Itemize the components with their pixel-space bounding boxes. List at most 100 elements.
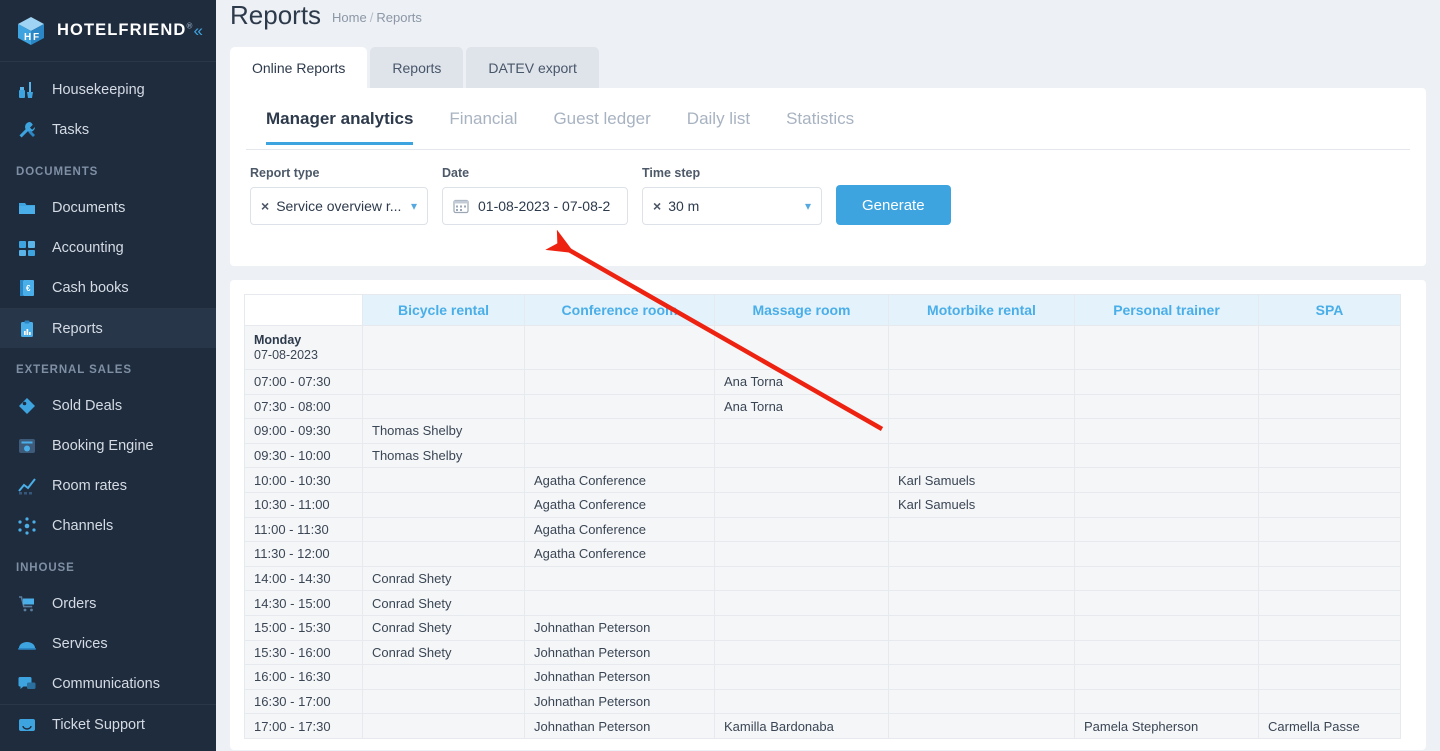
tab-datev-export[interactable]: DATEV export [466,47,599,88]
subtab-guest-ledger[interactable]: Guest ledger [553,109,650,145]
sidebar-item-housekeeping[interactable]: Housekeeping [0,70,216,110]
report-type-value: Service overview r... [276,198,402,214]
subtab-financial[interactable]: Financial [449,109,517,145]
brand-header[interactable]: H F HOTELFRIEND® « [0,0,216,62]
sidebar-item-booking-engine[interactable]: Booking Engine [0,426,216,466]
column-header-personal-trainer[interactable]: Personal trainer [1074,294,1259,326]
sidebar-item-services[interactable]: Services [0,624,216,664]
empty-cell [1258,369,1401,395]
booking-cell[interactable]: Agatha Conference [524,516,715,543]
sidebar-section-inhouse: INHOUSE [16,562,75,574]
filters-card: Manager analytics Financial Guest ledger… [230,88,1426,266]
booking-cell[interactable]: Johnathan Peterson [524,664,715,690]
report-type-select[interactable]: × Service overview r... ▾ [250,187,428,225]
booking-cell[interactable]: Johnathan Peterson [524,639,715,666]
booking-cell[interactable]: Conrad Shety [362,614,525,641]
empty-cell [1258,418,1401,444]
booking-cell[interactable]: Ana Torna [714,369,889,395]
calculator-icon [16,237,38,259]
booking-cell[interactable]: Thomas Shelby [362,418,525,444]
empty-cell [1258,565,1401,592]
sidebar-item-label: Booking Engine [52,438,154,454]
booking-cell[interactable]: Conrad Shety [362,639,525,666]
booking-cell[interactable]: Karl Samuels [888,467,1075,493]
sidebar-item-channels[interactable]: Channels [0,506,216,546]
empty-cell [1074,442,1259,469]
empty-cell [1258,639,1401,666]
sidebar-item-ticket-support[interactable]: Ticket Support [0,704,216,744]
booking-cell[interactable]: Agatha Conference [524,467,715,493]
empty-cell [362,713,525,739]
booking-cell[interactable]: Carmella Passe [1258,713,1401,739]
booking-cell[interactable]: Pamela Stepherson [1074,713,1259,739]
empty-cell [1074,614,1259,641]
column-header-massage-room[interactable]: Massage room [714,294,889,326]
empty-cell [1258,688,1401,715]
column-header-spa[interactable]: SPA [1258,294,1401,326]
day-row-cell [362,325,525,370]
empty-cell [714,639,889,666]
time-step-select[interactable]: × 30 m ▾ [642,187,822,225]
booking-cell[interactable]: Ana Torna [714,393,889,420]
generate-button[interactable]: Generate [836,185,951,225]
booking-cell[interactable]: Conrad Shety [362,565,525,592]
empty-cell [362,664,525,690]
chevron-double-left-icon[interactable]: « [193,22,204,39]
empty-cell [524,369,715,395]
empty-cell [1074,639,1259,666]
column-header-motorbike-rental[interactable]: Motorbike rental [888,294,1075,326]
tab-reports[interactable]: Reports [370,47,464,88]
chevron-down-icon[interactable]: ▾ [411,199,417,213]
table-row: 17:00 - 17:30 Johnathan Peterson Kamilla B… [244,713,1401,739]
brand-name: HOTELFRIEND® [57,21,194,39]
clear-icon[interactable]: × [653,198,661,214]
wrench-icon [16,119,38,141]
clear-icon[interactable]: × [261,198,269,214]
booking-cell[interactable]: Karl Samuels [888,491,1075,518]
empty-cell [714,418,889,444]
time-step-label: Time step [642,166,701,180]
day-name: Monday [254,332,302,347]
empty-cell [1074,590,1259,616]
main-content: Reports Home / Reports Online Reports Repo… [216,0,1440,751]
sidebar-item-communications[interactable]: Communications [0,664,216,704]
sidebar-item-room-rates[interactable]: Room rates [0,466,216,506]
svg-text:€: € [26,284,31,293]
empty-cell [1258,664,1401,690]
sidebar-item-accounting[interactable]: Accounting [0,228,216,268]
booking-cell[interactable]: Johnathan Peterson [524,713,715,739]
booking-cell[interactable]: Thomas Shelby [362,442,525,469]
table-row: 10:30 - 11:00 Agatha Conference Karl Samue… [244,491,1401,518]
booking-cell[interactable]: Kamilla Bardonaba [714,713,889,739]
chat-bubbles-icon [16,673,38,695]
booking-cell[interactable]: Conrad Shety [362,590,525,616]
sidebar-item-reports[interactable]: Reports [0,308,216,348]
table-row: 10:00 - 10:30 Agatha Conference Karl Samue… [244,467,1401,493]
booking-cell[interactable]: Johnathan Peterson [524,614,715,641]
date-range-input[interactable]: 01-08-2023 - 07-08-2 [442,187,628,225]
hotelfriend-cube-logo: H F [14,14,48,48]
chevron-down-icon[interactable]: ▾ [805,199,811,213]
sidebar-item-cash-books[interactable]: € Cash books [0,268,216,308]
booking-cell[interactable]: Agatha Conference [524,541,715,567]
sidebar-item-label: Tasks [52,122,90,138]
empty-cell [524,442,715,469]
table-row: 07:30 - 08:00 Ana Torna [244,393,1401,420]
calendar-icon [453,198,469,214]
column-header-bicycle-rental[interactable]: Bicycle rental [362,294,525,326]
subtab-manager-analytics[interactable]: Manager analytics [266,109,414,145]
sidebar-item-sold-deals[interactable]: Sold Deals [0,386,216,426]
subtab-daily-list[interactable]: Daily list [687,109,750,145]
booking-cell[interactable]: Johnathan Peterson [524,688,715,715]
subtab-statistics[interactable]: Statistics [786,109,854,145]
breadcrumb-home[interactable]: Home [332,10,367,25]
tab-online-reports[interactable]: Online Reports [230,47,368,88]
time-slot-cell: 11:30 - 12:00 [244,541,363,567]
empty-cell [714,541,889,567]
booking-cell[interactable]: Agatha Conference [524,491,715,518]
empty-cell [888,664,1075,690]
sidebar-item-documents[interactable]: Documents [0,188,216,228]
sidebar-item-tasks[interactable]: Tasks [0,110,216,150]
sidebar-item-orders[interactable]: Orders [0,584,216,624]
column-header-conference-room[interactable]: Conference room [524,294,715,326]
